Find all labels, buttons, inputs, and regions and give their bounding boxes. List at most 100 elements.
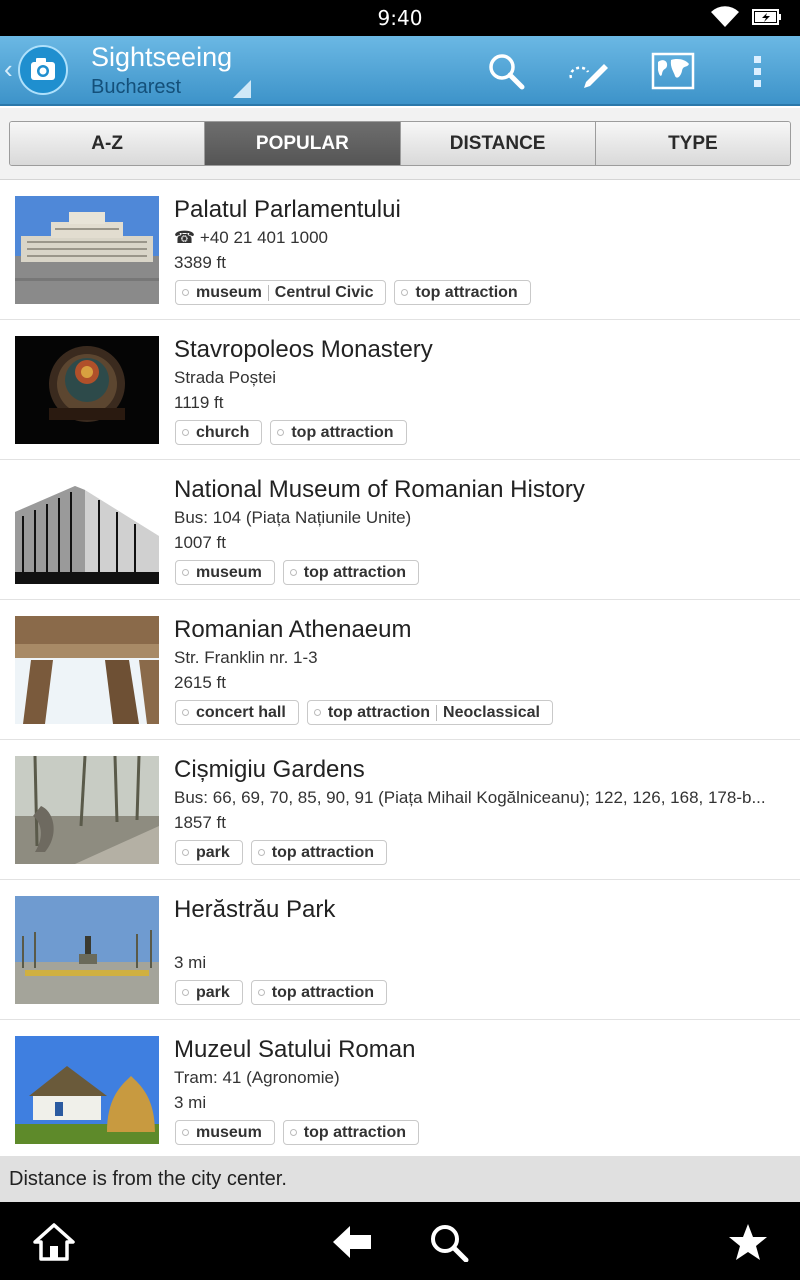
battery-icon <box>752 9 781 25</box>
place-tags: park top attraction <box>175 980 388 1005</box>
tag-label: museum <box>196 1123 262 1141</box>
list-item[interactable]: Cișmigiu Gardens Bus: 66, 69, 70, 85, 90… <box>0 740 800 880</box>
place-distance: 3 mi <box>174 1093 207 1112</box>
tag-label: park <box>196 843 230 861</box>
tag-chip[interactable]: top attraction <box>282 560 420 585</box>
place-thumbnail <box>15 756 159 864</box>
tag-hole-icon <box>289 569 297 576</box>
place-thumbnail <box>15 476 159 584</box>
tag-hole-icon <box>289 1129 297 1136</box>
tag-hole-icon <box>257 989 265 996</box>
place-detail: Tram: 41 (Agronomie) <box>174 1068 340 1087</box>
place-distance: 3389 ft <box>174 253 226 272</box>
tag-label: Centrul Civic <box>274 283 374 301</box>
tab-distance[interactable]: DISTANCE <box>400 122 596 165</box>
place-thumbnail <box>15 336 159 444</box>
tag-chip[interactable]: top attraction <box>250 980 388 1005</box>
list-item[interactable]: Herăstrău Park 3 mi park top attraction <box>0 880 800 1020</box>
place-thumbnail <box>15 896 159 1004</box>
place-thumbnail <box>15 616 159 724</box>
tab-a-z[interactable]: A-Z <box>10 122 206 165</box>
place-title: National Museum of Romanian History <box>174 476 585 503</box>
wifi-icon <box>711 6 739 27</box>
tag-hole-icon <box>257 849 265 856</box>
place-detail: Bus: 104 (Piața Națiunile Unite) <box>174 508 412 527</box>
sort-tabs-bar: A-Z POPULAR DISTANCE TYPE <box>0 108 800 180</box>
overflow-menu-icon[interactable] <box>740 50 784 94</box>
route-edit-icon[interactable] <box>566 50 610 94</box>
tag-hole-icon <box>313 709 321 716</box>
app-title: Sightseeing <box>91 42 233 72</box>
place-distance: 1007 ft <box>174 533 226 552</box>
world-map-icon[interactable] <box>651 50 695 94</box>
tag-chip[interactable]: museum Centrul Civic <box>175 280 387 305</box>
tag-chip[interactable]: museum <box>175 1120 275 1145</box>
tag-label: church <box>196 423 250 441</box>
tag-hole-icon <box>182 289 189 296</box>
tag-label: top attraction <box>415 283 518 301</box>
search-icon[interactable] <box>484 50 528 94</box>
place-thumbnail <box>15 1036 159 1144</box>
tag-label: park <box>196 983 230 1001</box>
status-time: 9:40 <box>377 6 423 30</box>
tag-chip[interactable]: church <box>175 420 263 445</box>
place-distance: 2615 ft <box>174 673 226 692</box>
tag-chip[interactable]: top attraction <box>282 1120 420 1145</box>
list-item[interactable]: Stavropoleos Monastery Strada Poștei 111… <box>0 320 800 460</box>
navigation-bar <box>0 1202 800 1280</box>
tag-chip[interactable]: top attraction <box>394 280 531 305</box>
tag-hole-icon <box>401 289 409 296</box>
tag-label: museum <box>196 283 262 301</box>
tag-hole-icon <box>182 849 189 856</box>
tab-type[interactable]: TYPE <box>595 122 790 165</box>
list-item[interactable]: National Museum of Romanian History Bus:… <box>0 460 800 600</box>
tag-chip[interactable]: top attraction Neoclassical <box>306 700 553 725</box>
tag-chip[interactable]: concert hall <box>175 700 299 725</box>
tag-chip[interactable]: top attraction <box>270 420 407 445</box>
tag-hole-icon <box>182 569 189 576</box>
tag-label: top attraction <box>303 563 407 581</box>
home-icon[interactable] <box>32 1222 76 1262</box>
tag-hole-icon <box>277 429 285 436</box>
tag-chip[interactable]: top attraction <box>250 840 388 865</box>
tag-chip[interactable]: museum <box>175 560 275 585</box>
place-title: Cișmigiu Gardens <box>174 756 365 783</box>
tag-chip[interactable]: park <box>175 980 243 1005</box>
star-icon[interactable] <box>726 1222 770 1262</box>
place-tags: concert hall top attraction Neoclassical <box>175 700 553 725</box>
place-title: Romanian Athenaeum <box>174 616 412 643</box>
tag-label: top attraction <box>291 423 394 441</box>
action-bar: ‹ Sightseeing Bucharest <box>0 36 800 106</box>
place-tags: museum Centrul Civic top attraction <box>175 280 531 305</box>
camera-logo-icon[interactable] <box>18 45 68 95</box>
place-title: Palatul Parlamentului <box>174 196 401 223</box>
place-detail: Strada Poștei <box>174 368 277 387</box>
place-tags: church top attraction <box>175 420 407 445</box>
search-icon[interactable] <box>428 1222 472 1262</box>
back-icon[interactable] <box>330 1222 374 1262</box>
tag-label: top attraction <box>271 983 375 1001</box>
tag-hole-icon <box>182 709 189 716</box>
status-bar: 9:40 <box>0 0 800 36</box>
tag-label: Neoclassical <box>443 703 540 721</box>
tag-label: top attraction <box>327 703 431 721</box>
place-title: Stavropoleos Monastery <box>174 336 433 363</box>
list-item[interactable]: Muzeul Satului Roman Tram: 41 (Agronomie… <box>0 1020 800 1156</box>
tag-hole-icon <box>182 989 189 996</box>
places-list: Palatul Parlamentului ☎ +40 21 401 1000 … <box>0 180 800 1156</box>
place-detail: Str. Franklin nr. 1-3 <box>174 648 318 667</box>
up-chevron-icon[interactable]: ‹ <box>4 54 13 85</box>
spinner-indicator-icon[interactable] <box>233 80 251 98</box>
distance-note: Distance is from the city center. <box>0 1156 800 1202</box>
place-thumbnail <box>15 196 159 304</box>
tag-label: museum <box>196 563 262 581</box>
tag-label: concert hall <box>196 703 286 721</box>
tag-hole-icon <box>182 1129 189 1136</box>
list-item[interactable]: Romanian Athenaeum Str. Franklin nr. 1-3… <box>0 600 800 740</box>
tag-chip[interactable]: park <box>175 840 243 865</box>
place-detail: ☎ +40 21 401 1000 <box>174 228 328 247</box>
list-item[interactable]: Palatul Parlamentului ☎ +40 21 401 1000 … <box>0 180 800 320</box>
place-detail: Bus: 66, 69, 70, 85, 90, 91 (Piața Mihai… <box>174 788 766 807</box>
city-spinner[interactable]: Bucharest <box>91 76 181 99</box>
tab-popular[interactable]: POPULAR <box>205 122 401 165</box>
